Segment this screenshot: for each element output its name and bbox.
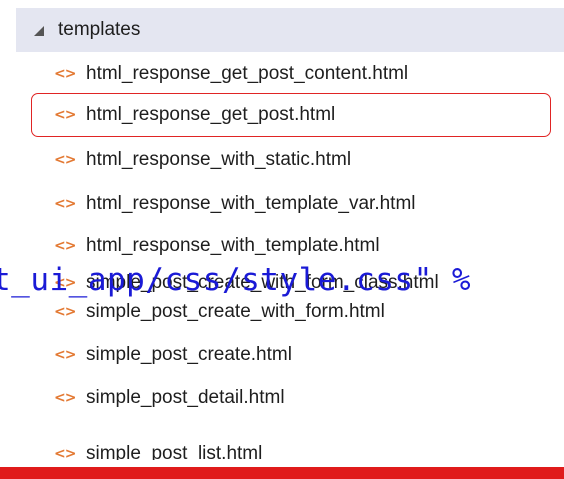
- html-file-icon: <>: [54, 347, 76, 363]
- html-file-icon: <>: [54, 196, 76, 212]
- file-item-html-response-with-static[interactable]: <> html_response_with_static.html: [16, 140, 564, 180]
- file-label: simple_post_create_with_form.html: [86, 301, 385, 322]
- html-file-icon: <>: [54, 304, 76, 320]
- file-item-simple-post-detail[interactable]: <> simple_post_detail.html: [16, 378, 564, 418]
- file-label: simple_post_list.html: [86, 443, 263, 460]
- file-item-simple-post-list[interactable]: <> simple_post_list.html: [16, 424, 564, 460]
- file-item-html-response-with-template-var[interactable]: <> html_response_with_template_var.html: [16, 184, 564, 224]
- html-file-icon: <>: [54, 446, 76, 460]
- file-item-html-response-get-post-content[interactable]: <> html_response_get_post_content.html: [16, 54, 564, 94]
- file-item-html-response-get-post[interactable]: <> html_response_get_post.html: [16, 95, 564, 135]
- bottom-red-bar: [0, 467, 564, 479]
- file-item-html-response-with-template[interactable]: <> html_response_with_template.html: [16, 226, 564, 266]
- folder-templates[interactable]: templates: [16, 8, 564, 52]
- file-explorer-tree: templates <> html_response_get_post_cont…: [0, 0, 564, 479]
- html-file-icon: <>: [54, 390, 76, 406]
- file-label: html_response_get_post.html: [86, 104, 336, 125]
- file-item-simple-post-create-with-form[interactable]: <> simple_post_create_with_form.html: [16, 292, 564, 332]
- file-label: simple_post_create.html: [86, 344, 292, 365]
- file-label: html_response_with_template_var.html: [86, 193, 416, 214]
- html-file-icon: <>: [54, 66, 76, 82]
- html-file-icon: <>: [54, 152, 76, 168]
- file-label: simple_post_detail.html: [86, 387, 285, 408]
- html-file-icon: <>: [54, 275, 76, 291]
- html-file-icon: <>: [54, 107, 76, 123]
- file-item-simple-post-create[interactable]: <> simple_post_create.html: [16, 335, 564, 375]
- html-file-icon: <>: [54, 238, 76, 254]
- file-label: html_response_with_static.html: [86, 149, 352, 170]
- file-label: html_response_get_post_content.html: [86, 63, 409, 84]
- file-label: html_response_with_template.html: [86, 235, 380, 256]
- expanded-triangle-icon[interactable]: [34, 26, 44, 36]
- folder-label: templates: [58, 19, 141, 40]
- file-label: simple_post_create_with_form_class.html: [86, 272, 439, 293]
